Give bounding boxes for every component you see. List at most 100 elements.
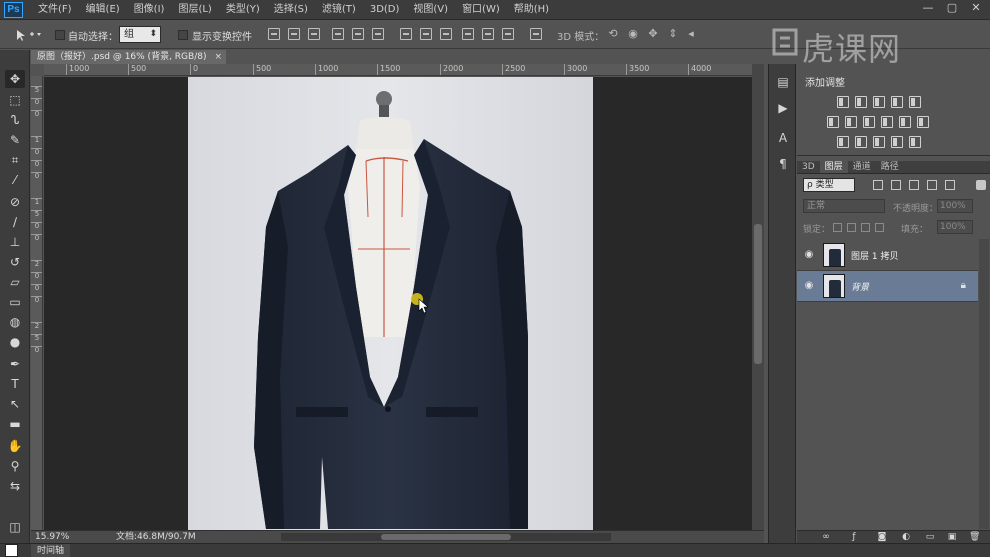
quick-mask-icon[interactable]: ◫ — [5, 518, 25, 536]
distribute-left-icon[interactable] — [462, 28, 474, 40]
lock-all-icon[interactable] — [875, 223, 884, 232]
lock-position-icon[interactable] — [861, 223, 870, 232]
vibrance-icon[interactable] — [909, 96, 921, 108]
filter-adjustment-icon[interactable] — [891, 180, 901, 190]
scale-3d-icon[interactable]: ◂ — [684, 27, 698, 41]
filter-type-icon[interactable] — [909, 180, 919, 190]
menu-edit[interactable]: 编辑(E) — [86, 0, 120, 20]
align-hcenter-icon[interactable] — [352, 28, 364, 40]
filter-pixel-icon[interactable] — [873, 180, 883, 190]
gradient-tool-icon[interactable]: ▭ — [5, 293, 25, 311]
posterize-icon[interactable] — [855, 136, 867, 148]
horizontal-scrollbar[interactable] — [281, 533, 611, 541]
shape-tool-icon[interactable]: ▬ — [5, 415, 25, 433]
align-right-icon[interactable] — [372, 28, 384, 40]
lock-pixels-icon[interactable] — [847, 223, 856, 232]
invert-icon[interactable] — [837, 136, 849, 148]
character-panel-icon[interactable]: A — [774, 130, 792, 146]
threshold-icon[interactable] — [873, 136, 885, 148]
menu-3d[interactable]: 3D(D) — [370, 0, 400, 20]
distribute-hcenter-icon[interactable] — [482, 28, 494, 40]
eye-icon[interactable]: ◉ — [803, 280, 815, 292]
selective-color-icon[interactable] — [909, 136, 921, 148]
tab-3d[interactable]: 3D — [797, 161, 820, 173]
drag-3d-icon[interactable]: ✥ — [646, 27, 660, 41]
menu-filter[interactable]: 滤镜(T) — [322, 0, 356, 20]
type-tool-icon[interactable]: T — [5, 375, 25, 393]
vertical-scroll-thumb[interactable] — [754, 224, 762, 364]
paragraph-panel-icon[interactable]: ¶ — [774, 156, 792, 172]
blur-tool-icon[interactable]: ◍ — [5, 313, 25, 331]
tab-channels[interactable]: 通道 — [848, 161, 876, 173]
tab-layers[interactable]: 图层 — [819, 161, 848, 173]
pen-tool-icon[interactable]: ✒ — [5, 355, 25, 373]
close-document-icon[interactable]: × — [214, 50, 222, 64]
menu-file[interactable]: 文件(F) — [38, 0, 72, 20]
color-lookup-icon[interactable] — [917, 116, 929, 128]
horizontal-scroll-thumb[interactable] — [381, 534, 511, 540]
rotate-3d-icon[interactable]: ⟲ — [606, 27, 620, 41]
roll-3d-icon[interactable]: ◉ — [626, 27, 640, 41]
move-tool-icon[interactable]: ✥ — [5, 70, 25, 88]
black-white-icon[interactable] — [863, 116, 875, 128]
minimize-button[interactable]: — — [922, 2, 934, 14]
curves-icon[interactable] — [873, 96, 885, 108]
dodge-tool-icon[interactable]: ● — [5, 333, 25, 351]
blend-mode-dropdown[interactable]: 正常 — [803, 199, 885, 213]
brush-tool-icon[interactable]: ∕ — [5, 213, 25, 231]
quick-select-tool-icon[interactable]: ✎ — [5, 131, 25, 149]
tab-paths[interactable]: 路径 — [876, 161, 904, 173]
slide-3d-icon[interactable]: ⇕ — [666, 27, 680, 41]
layer-style-icon[interactable]: ƒ — [849, 533, 859, 542]
distribute-right-icon[interactable] — [502, 28, 514, 40]
new-layer-icon[interactable]: ▣ — [947, 533, 957, 542]
menu-image[interactable]: 图像(I) — [134, 0, 165, 20]
document-size[interactable]: 文档:46.8M/90.7M — [116, 531, 196, 543]
distribute-bottom-icon[interactable] — [440, 28, 452, 40]
foreground-color-swatch[interactable] — [5, 544, 18, 557]
menu-help[interactable]: 帮助(H) — [514, 0, 549, 20]
new-group-icon[interactable]: ▭ — [925, 533, 935, 542]
auto-select-checkbox[interactable] — [55, 30, 65, 40]
lasso-tool-icon[interactable]: ᔐ — [5, 111, 25, 129]
layer-mask-icon[interactable]: ◙ — [877, 533, 887, 542]
layer-row[interactable]: ◉ 背景 🔒︎ — [797, 271, 978, 302]
show-transform-checkbox[interactable] — [178, 30, 188, 40]
filter-shape-icon[interactable] — [927, 180, 937, 190]
distribute-top-icon[interactable] — [400, 28, 412, 40]
timeline-tab[interactable]: 时间轴 — [31, 544, 71, 557]
filter-toggle[interactable] — [976, 180, 986, 190]
clone-stamp-tool-icon[interactable]: ⊥ — [5, 233, 25, 251]
exposure-icon[interactable] — [891, 96, 903, 108]
hand-tool-icon[interactable]: ✋ — [5, 437, 25, 455]
channel-mixer-icon[interactable] — [899, 116, 911, 128]
jacket-photo[interactable] — [188, 77, 593, 530]
align-vcenter-icon[interactable] — [288, 28, 300, 40]
menu-view[interactable]: 视图(V) — [413, 0, 448, 20]
close-window-button[interactable]: ✕ — [970, 2, 982, 14]
align-top-icon[interactable] — [268, 28, 280, 40]
new-adjustment-icon[interactable]: ◐ — [901, 533, 911, 542]
fill-input[interactable]: 100% — [937, 220, 973, 234]
move-tool-preset-icon[interactable] — [14, 27, 44, 43]
healing-brush-tool-icon[interactable]: ⊘ — [5, 193, 25, 211]
menu-type[interactable]: 类型(Y) — [226, 0, 260, 20]
auto-align-icon[interactable] — [530, 28, 542, 40]
document-tab[interactable]: 原图（报好）.psd @ 16% (背景, RGB/8) × — [31, 50, 226, 64]
zoom-level[interactable]: 15.97% — [35, 531, 69, 543]
filter-smart-object-icon[interactable] — [945, 180, 955, 190]
crop-tool-icon[interactable]: ⌗ — [5, 151, 25, 169]
color-balance-icon[interactable] — [845, 116, 857, 128]
canvas-area[interactable] — [44, 77, 752, 530]
eyedropper-tool-icon[interactable]: ⁄ — [5, 171, 25, 189]
delete-layer-icon[interactable]: 🗑︎ — [969, 533, 980, 542]
lock-transparent-icon[interactable] — [833, 223, 842, 232]
levels-icon[interactable] — [855, 96, 867, 108]
link-layers-icon[interactable]: ∞ — [821, 533, 831, 542]
path-select-tool-icon[interactable]: ↖ — [5, 395, 25, 413]
hue-saturation-icon[interactable] — [827, 116, 839, 128]
layers-scrollbar[interactable] — [979, 239, 989, 529]
zoom-tool-icon[interactable]: ⚲ — [5, 457, 25, 475]
auto-select-dropdown[interactable]: 组 — [119, 26, 161, 43]
opacity-input[interactable]: 100% — [937, 199, 973, 213]
